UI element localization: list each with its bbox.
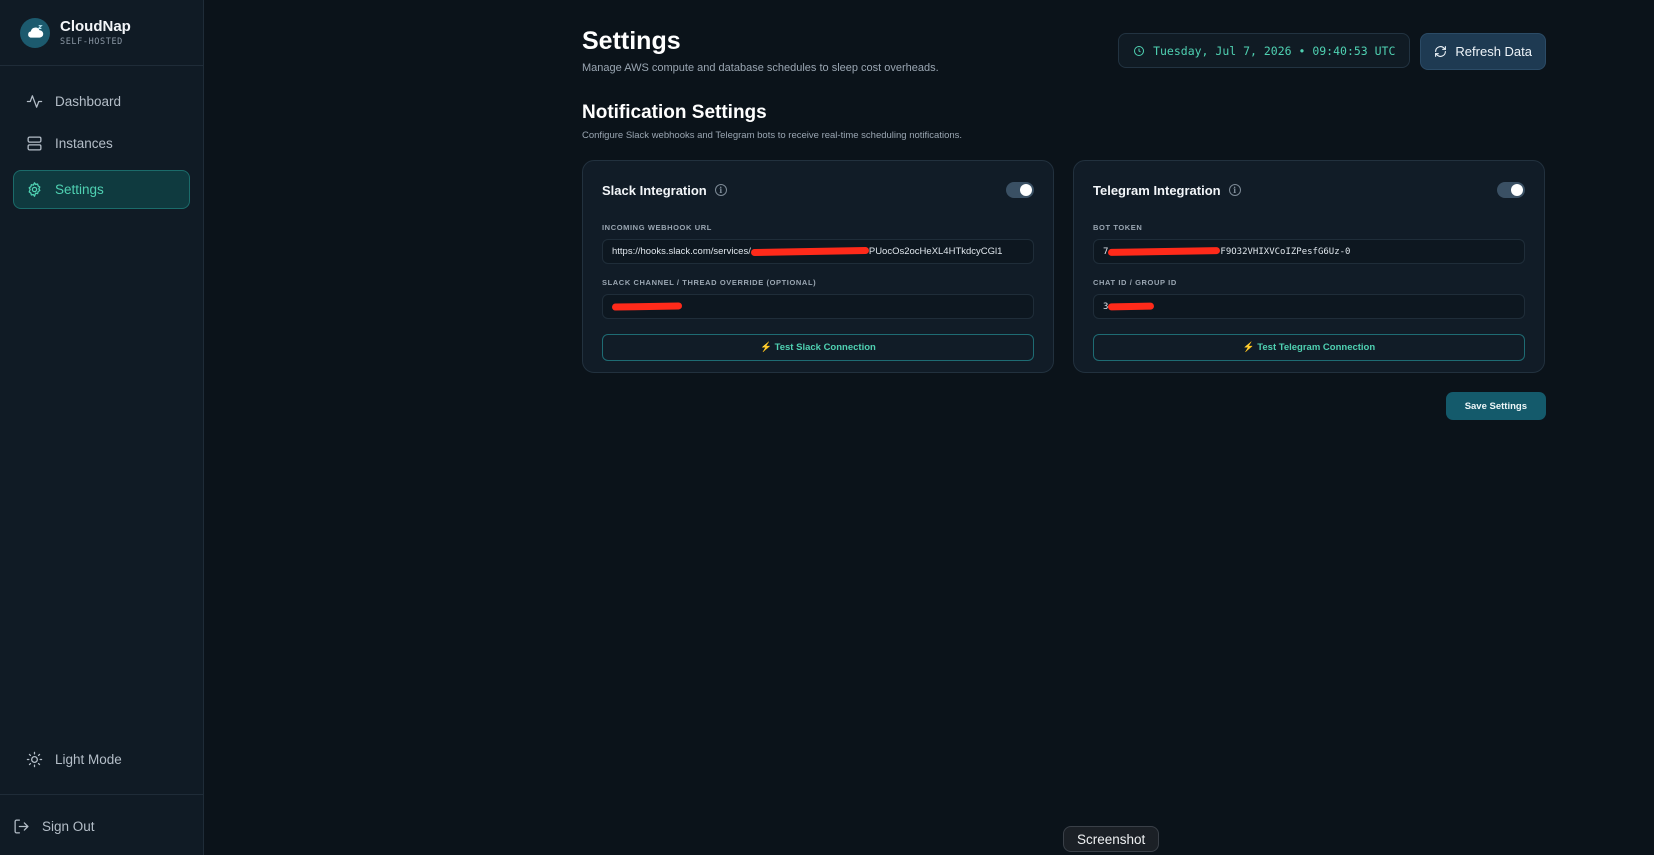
sidebar-item-instances[interactable]: Instances xyxy=(13,124,190,162)
redaction-mark xyxy=(611,302,683,311)
sidebar: CloudNap SELF-HOSTED Dashboard Instances… xyxy=(0,0,204,855)
slack-enabled-toggle[interactable] xyxy=(1006,182,1034,198)
sign-out-button[interactable]: Sign Out xyxy=(0,807,190,845)
channel-override-input[interactable] xyxy=(602,294,1034,319)
telegram-integration-card: Telegram Integration i BOT TOKEN 7 F9O32… xyxy=(1073,160,1545,373)
sidebar-item-settings[interactable]: Settings xyxy=(13,170,190,209)
integration-cards: Slack Integration i INCOMING WEBHOOK URL… xyxy=(582,160,1546,373)
sidebar-item-label: Settings xyxy=(55,182,104,197)
test-telegram-connection-button[interactable]: ⚡ Test Telegram Connection xyxy=(1093,334,1525,361)
test-slack-connection-button[interactable]: ⚡ Test Slack Connection xyxy=(602,334,1034,361)
app: CloudNap SELF-HOSTED Dashboard Instances… xyxy=(0,0,1654,855)
sidebar-item-dashboard[interactable]: Dashboard xyxy=(13,82,190,120)
telegram-enabled-toggle[interactable] xyxy=(1497,182,1525,198)
main-content: Settings Manage AWS compute and database… xyxy=(204,0,1654,855)
channel-override-label: SLACK CHANNEL / THREAD OVERRIDE (OPTIONA… xyxy=(602,278,817,287)
save-settings-button[interactable]: Save Settings xyxy=(1445,392,1546,420)
chat-id-label: CHAT ID / GROUP ID xyxy=(1093,278,1177,287)
sign-out-section: Sign Out xyxy=(0,794,203,855)
redaction-mark xyxy=(1108,247,1221,256)
webhook-url-suffix: PUocOs2ocHeXL4HTkdcyCGl1 xyxy=(868,246,1003,257)
bot-token-label: BOT TOKEN xyxy=(1093,223,1143,232)
datetime-text: Tuesday, Jul 7, 2026 • 09:40:53 UTC xyxy=(1153,43,1396,58)
clock-icon xyxy=(1134,45,1145,56)
refresh-data-button[interactable]: Refresh Data xyxy=(1420,33,1546,70)
slack-card-title: Slack Integration xyxy=(602,182,707,198)
page-title: Settings xyxy=(582,27,681,55)
chat-id-input[interactable]: 3 xyxy=(1093,294,1525,319)
webhook-url-input[interactable]: https://hooks.slack.com/services/ PUocOs… xyxy=(602,239,1034,264)
info-icon[interactable]: i xyxy=(1228,184,1241,196)
sun-icon xyxy=(26,751,43,767)
light-mode-toggle[interactable]: Light Mode xyxy=(13,740,190,778)
brand-name: CloudNap xyxy=(60,17,131,35)
webhook-url-prefix: https://hooks.slack.com/services/ xyxy=(612,246,751,257)
screenshot-button[interactable]: Screenshot xyxy=(1063,826,1160,852)
server-icon xyxy=(27,135,42,151)
logout-icon xyxy=(14,818,29,834)
webhook-url-label: INCOMING WEBHOOK URL xyxy=(602,223,712,232)
brand-subtitle: SELF-HOSTED xyxy=(60,36,123,47)
cloud-logo-icon xyxy=(20,17,50,48)
sidebar-item-label: Instances xyxy=(55,135,113,151)
sidebar-bottom: Light Mode xyxy=(0,740,203,794)
sidebar-nav: Dashboard Instances Settings xyxy=(0,66,203,740)
refresh-icon xyxy=(1435,46,1447,57)
sign-out-label: Sign Out xyxy=(42,818,95,834)
redaction-mark xyxy=(1108,302,1155,311)
page-header: Settings Manage AWS compute and database… xyxy=(582,26,1546,74)
notification-settings-title: Notification Settings xyxy=(582,102,767,123)
telegram-card-title: Telegram Integration xyxy=(1093,182,1221,198)
gear-icon xyxy=(28,182,41,197)
slack-integration-card: Slack Integration i INCOMING WEBHOOK URL… xyxy=(582,160,1054,373)
info-icon[interactable]: i xyxy=(714,184,727,196)
datetime-display: Tuesday, Jul 7, 2026 • 09:40:53 UTC xyxy=(1118,33,1411,68)
bot-token-suffix: F9O32VHIXVCoIZPesfG6Uz-0 xyxy=(1220,246,1351,257)
sidebar-item-label: Dashboard xyxy=(55,93,122,109)
brand: CloudNap SELF-HOSTED xyxy=(0,0,203,66)
refresh-label: Refresh Data xyxy=(1455,44,1532,59)
notification-settings-subtitle: Configure Slack webhooks and Telegram bo… xyxy=(582,130,963,141)
activity-icon xyxy=(26,94,43,108)
redaction-mark xyxy=(750,246,869,257)
light-mode-label: Light Mode xyxy=(55,751,122,767)
bot-token-input[interactable]: 7 F9O32VHIXVCoIZPesfG6Uz-0 xyxy=(1093,239,1525,264)
page-subtitle: Manage AWS compute and database schedule… xyxy=(582,62,939,74)
